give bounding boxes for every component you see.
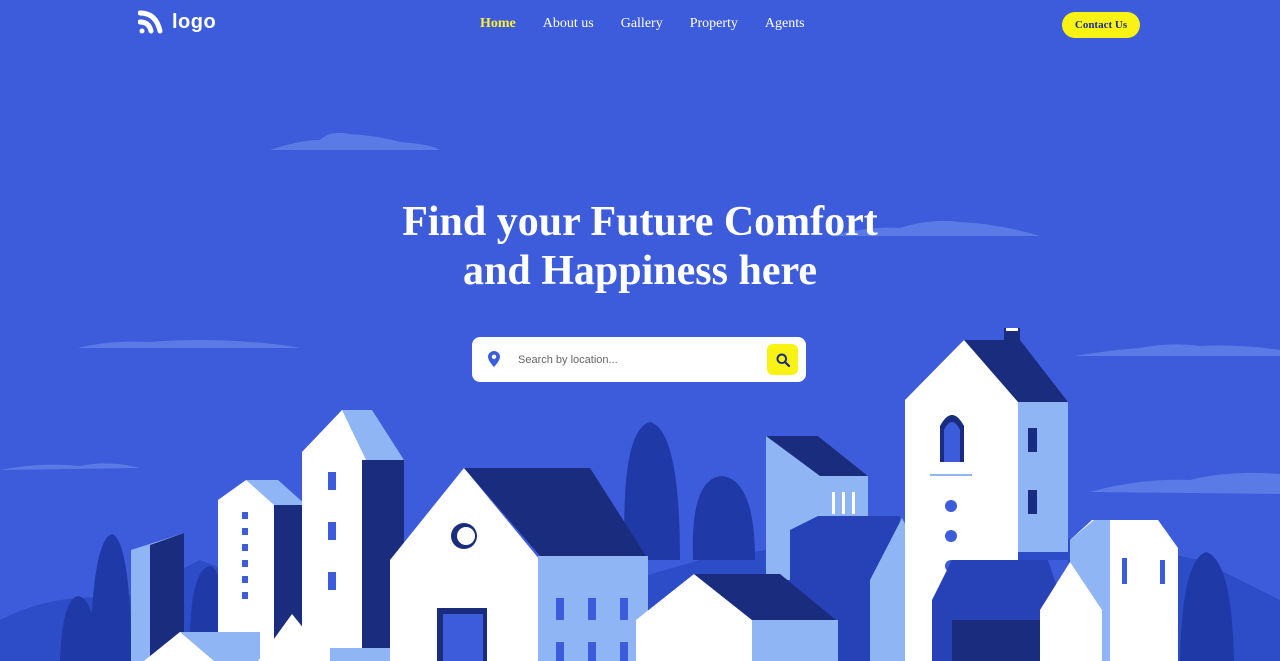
hero-title: Find your Future Comfort and Happiness h… — [340, 198, 940, 296]
nav-gallery[interactable]: Gallery — [621, 16, 663, 32]
nav-about-us[interactable]: About us — [543, 16, 594, 32]
city-illustration — [0, 132, 1280, 661]
search-button[interactable] — [767, 344, 798, 375]
location-search-input[interactable] — [516, 349, 730, 371]
main-nav: Home About us Gallery Property Agents — [480, 16, 832, 32]
logo[interactable]: logo — [138, 9, 216, 36]
hero-title-line2: and Happiness here — [463, 248, 817, 294]
location-search-bar — [472, 337, 806, 382]
hero-title-line1: Find your Future Comfort — [402, 199, 878, 245]
nav-home[interactable]: Home — [480, 16, 516, 32]
logo-icon — [138, 10, 163, 34]
contact-us-button[interactable]: Contact Us — [1062, 12, 1140, 38]
location-pin-icon — [488, 351, 500, 367]
search-icon — [776, 353, 790, 367]
nav-agents[interactable]: Agents — [765, 16, 805, 32]
landing-page: logo Home About us Gallery Property Agen… — [0, 0, 1280, 661]
nav-property[interactable]: Property — [690, 16, 738, 32]
logo-text: logo — [172, 11, 217, 33]
